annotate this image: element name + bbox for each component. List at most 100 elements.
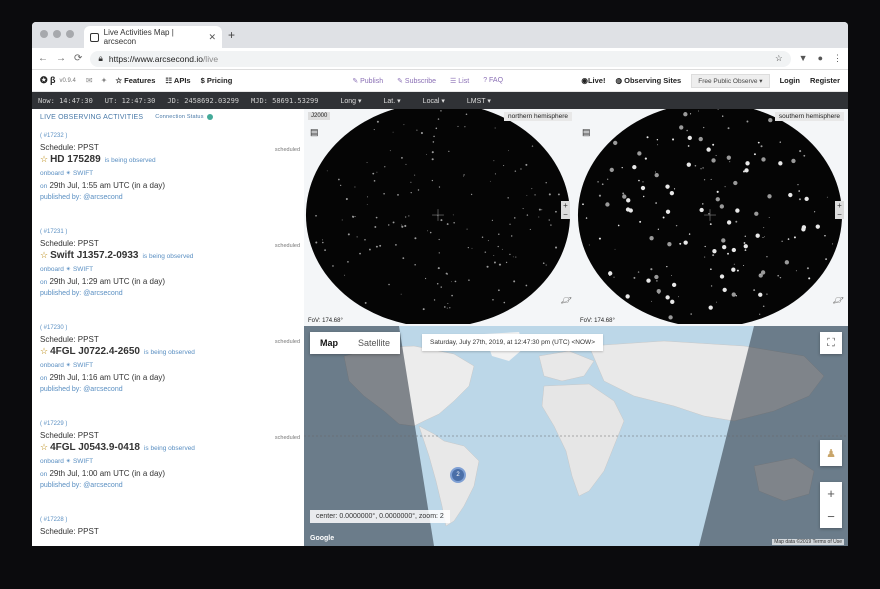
star-point (665, 209, 671, 214)
activity-publisher[interactable]: published by: @arcsecond (40, 194, 296, 201)
twitter-icon[interactable]: ✦ (101, 76, 108, 85)
star-icon[interactable]: ☆ (40, 346, 48, 356)
activity-id[interactable]: ( #17228 ) (40, 509, 296, 523)
extension-icon[interactable]: ▼ (799, 53, 808, 64)
telescope-icon[interactable]: ▤ (310, 127, 319, 138)
nav-live[interactable]: ◉Live! (581, 76, 605, 85)
nav-apis[interactable]: ☷ APIs (165, 76, 190, 85)
star-point (744, 168, 749, 173)
activity-target[interactable]: ☆ HD 175289 is being observed (40, 154, 296, 165)
fullscreen-icon[interactable]: ⛶ (820, 332, 842, 354)
zoom-in-icon[interactable]: + (827, 486, 835, 501)
activity-item[interactable]: ( #17231 ) Schedule: PPST ☆ Swift J1357.2-0… (32, 221, 304, 317)
nav-publish[interactable]: ✎ Publish (352, 77, 383, 85)
star-point (405, 216, 407, 218)
star-point (338, 178, 340, 181)
southern-sky-map[interactable]: southern hemisphere ▤ + − 🪐︎ FoV: 174.68° (576, 109, 848, 326)
zoom-out-icon[interactable]: − (827, 509, 835, 524)
nav-subscribe[interactable]: ✎ Subscribe (397, 77, 436, 85)
star-point (397, 194, 399, 196)
activity-target[interactable]: ☆ 4FGL J0722.4-2650 is being observed (40, 346, 296, 357)
star-point (806, 267, 809, 270)
star-point (598, 237, 601, 240)
observe-select[interactable]: Free Public Observe ▾ (691, 73, 770, 88)
window-controls[interactable] (40, 30, 74, 38)
activity-onboard[interactable]: onboard ✴ SWIFT (40, 265, 296, 273)
login-link[interactable]: Login (780, 76, 800, 85)
star-point (437, 267, 440, 270)
reload-icon[interactable]: ⟳ (74, 53, 82, 64)
activity-target[interactable]: ☆ Swift J1357.2-0933 is being observed (40, 250, 296, 261)
map-tab[interactable]: Map (310, 332, 348, 354)
pegman-icon[interactable]: ♟ (820, 440, 842, 466)
star-point (486, 265, 489, 268)
planet-icon[interactable]: 🪐︎ (833, 295, 844, 306)
map-zoom-control[interactable]: + − (820, 482, 842, 528)
back-icon[interactable]: ← (38, 53, 48, 64)
marker-cluster[interactable]: 2 (450, 467, 466, 483)
activity-item[interactable]: ( #17229 ) Schedule: PPST ☆ 4FGL J0543.9-04… (32, 413, 304, 509)
nav-observing-sites[interactable]: ◍ Observing Sites (615, 76, 681, 85)
satellite-tab[interactable]: Satellite (348, 332, 400, 354)
profile-icon[interactable]: ● (818, 53, 823, 64)
star-point (548, 193, 551, 196)
nav-faq[interactable]: ? FAQ (483, 77, 503, 85)
star-point (545, 264, 547, 266)
star-point (672, 138, 675, 141)
northern-sky-disc[interactable] (304, 109, 572, 324)
star-point (626, 198, 631, 203)
bookmark-star-icon[interactable]: ☆ (775, 53, 783, 64)
activity-onboard[interactable]: onboard ✴ SWIFT (40, 457, 296, 465)
star-point (367, 196, 369, 198)
activity-time: on 29th Jul, 1:29 am UTC (in a day) (40, 277, 166, 286)
activity-id[interactable]: ( #17230 ) (40, 317, 296, 331)
forward-icon[interactable]: → (56, 53, 66, 64)
lmst-select[interactable]: LMST ▾ (467, 97, 491, 105)
activity-publisher[interactable]: published by: @arcsecond (40, 290, 296, 297)
mail-icon[interactable]: ✉ (86, 76, 93, 85)
activity-target[interactable]: ☆ 4FGL J0543.9-0418 is being observed (40, 442, 296, 453)
new-tab-button[interactable]: + (228, 28, 235, 42)
epoch-select[interactable]: J2000 (308, 112, 331, 120)
star-icon[interactable]: ☆ (40, 442, 48, 452)
nav-list[interactable]: ☰ List (450, 77, 469, 85)
url-bar[interactable]: 🔒︎ https://www.arcsecond.io/live ☆ (90, 50, 791, 67)
southern-sky-disc[interactable] (576, 109, 844, 324)
star-point (384, 166, 386, 168)
activity-item[interactable]: ( #17232 ) Schedule: PPST ☆ HD 175289 is bei… (32, 125, 304, 221)
activity-item[interactable]: ( #17228 ) Schedule: PPST (32, 509, 304, 546)
close-tab-icon[interactable]: ✕ (208, 32, 216, 43)
browser-tab[interactable]: Live Activities Map | arcsecon ✕ (84, 26, 222, 48)
version-label: v0.9.4 (59, 77, 76, 84)
nav-features[interactable]: ☆ Features (115, 76, 155, 85)
register-link[interactable]: Register (810, 76, 840, 85)
menu-icon[interactable]: ⋮ (833, 53, 842, 64)
sky-zoom-control[interactable]: + − (835, 201, 844, 219)
activity-publisher[interactable]: published by: @arcsecond (40, 482, 296, 489)
star-icon[interactable]: ☆ (40, 154, 48, 164)
sky-zoom-control[interactable]: + − (561, 201, 570, 219)
lat-select[interactable]: Lat. ▾ (384, 97, 401, 105)
planet-icon[interactable]: 🪐︎ (561, 295, 572, 306)
activity-item[interactable]: ( #17230 ) Schedule: PPST ☆ 4FGL J0722.4-26… (32, 317, 304, 413)
activity-id[interactable]: ( #17231 ) (40, 221, 296, 235)
local-select[interactable]: Local ▾ (423, 97, 445, 105)
star-point (410, 191, 412, 194)
activity-schedule: Schedule: PPST (40, 527, 99, 536)
star-point (642, 195, 645, 198)
activity-publisher[interactable]: published by: @arcsecond (40, 386, 296, 393)
world-map[interactable]: Map Satellite Saturday, July 27th, 2019,… (304, 326, 848, 546)
telescope-icon[interactable]: ▤ (582, 127, 591, 138)
activity-onboard[interactable]: onboard ✴ SWIFT (40, 361, 296, 369)
northern-sky-map[interactable]: J2000 northern hemisphere ▤ + − 🪐︎ FoV: 1… (304, 109, 576, 326)
long-select[interactable]: Long ▾ (340, 97, 361, 105)
activity-onboard[interactable]: onboard ✴ SWIFT (40, 169, 296, 177)
nav-pricing[interactable]: $ Pricing (201, 76, 233, 85)
activity-id[interactable]: ( #17232 ) (40, 125, 296, 139)
arcsecond-logo-icon[interactable]: ✪ β (40, 75, 56, 86)
star-icon[interactable]: ☆ (40, 250, 48, 260)
map-attribution[interactable]: Map data ©2019 Terms of Use (772, 539, 844, 545)
star-point (759, 273, 761, 275)
star-point (762, 237, 764, 238)
activity-id[interactable]: ( #17229 ) (40, 413, 296, 427)
